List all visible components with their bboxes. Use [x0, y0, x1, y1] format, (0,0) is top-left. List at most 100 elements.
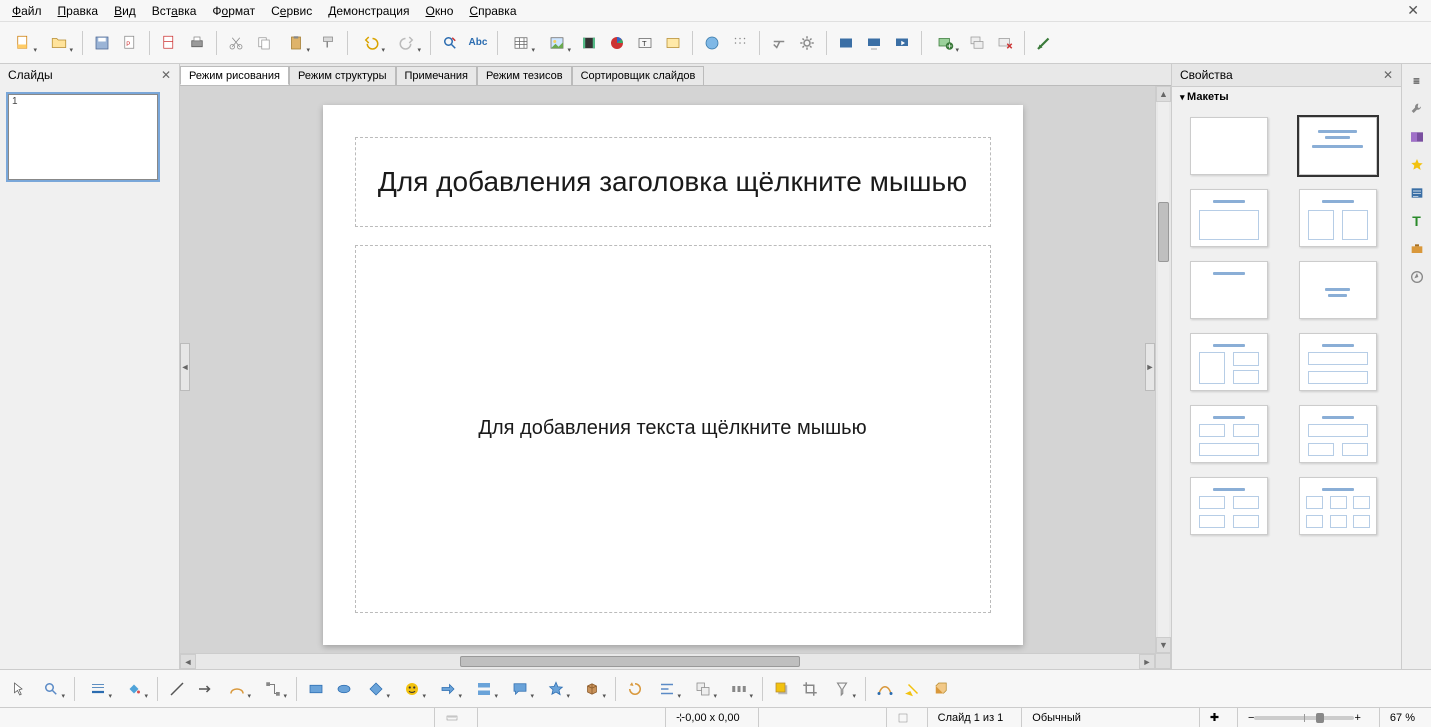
symbol-shapes-tool[interactable] [395, 676, 429, 702]
status-ruler-icon[interactable] [434, 708, 469, 727]
layout-title-2content[interactable] [1299, 189, 1377, 247]
duplicate-slide-button[interactable] [964, 30, 990, 56]
menu-slideshow[interactable]: Демонстрация [320, 2, 417, 20]
scroll-up-icon[interactable]: ▲ [1156, 86, 1171, 102]
layout-centered-text[interactable] [1299, 261, 1377, 319]
layout-title-6[interactable] [1299, 477, 1377, 535]
menu-file[interactable]: Файл [4, 2, 50, 20]
paste-button[interactable] [279, 30, 313, 56]
select-tool[interactable] [6, 676, 32, 702]
rotate-tool[interactable] [622, 676, 648, 702]
rectangle-tool[interactable] [303, 676, 329, 702]
spellcheck-button[interactable]: Abc [465, 30, 491, 56]
insert-image-button[interactable] [540, 30, 574, 56]
delete-slide-button[interactable] [992, 30, 1018, 56]
layout-title-4[interactable] [1190, 477, 1268, 535]
layout-title-2v[interactable] [1190, 333, 1268, 391]
stars-tool[interactable] [539, 676, 573, 702]
layouts-section-header[interactable]: Макеты [1172, 87, 1401, 107]
menu-view[interactable]: Вид [106, 2, 144, 20]
collapse-right-handle[interactable]: ► [1145, 343, 1155, 391]
ellipse-tool[interactable] [331, 676, 357, 702]
title-placeholder[interactable]: Для добавления заголовка щёлкните мышью [355, 137, 991, 227]
extrusion-tool[interactable] [928, 676, 954, 702]
shadow-tool[interactable] [769, 676, 795, 702]
scroll-thumb[interactable] [1158, 202, 1169, 262]
close-document-icon[interactable]: ✕ [1399, 2, 1427, 19]
direct-export-button[interactable] [156, 30, 182, 56]
zoom-tool[interactable] [34, 676, 68, 702]
menu-format[interactable]: Формат [204, 2, 263, 20]
tab-sorter[interactable]: Сортировщик слайдов [572, 66, 705, 85]
menu-insert[interactable]: Вставка [144, 2, 205, 20]
layout-title-2h[interactable] [1299, 333, 1377, 391]
hscroll-thumb[interactable] [460, 656, 800, 667]
master-slide-button[interactable] [833, 30, 859, 56]
gallery-icon[interactable] [1406, 126, 1428, 148]
close-icon[interactable]: ✕ [1383, 68, 1393, 82]
new-slide-button[interactable] [928, 30, 962, 56]
undo-button[interactable] [354, 30, 388, 56]
start-slideshow-button[interactable] [861, 30, 887, 56]
insert-media-button[interactable] [576, 30, 602, 56]
layout-title-content[interactable] [1299, 117, 1377, 175]
fill-color-tool[interactable] [117, 676, 151, 702]
layout-title-3[interactable] [1190, 405, 1268, 463]
insert-special-char-button[interactable] [727, 30, 753, 56]
connector-tool[interactable] [256, 676, 290, 702]
line-color-tool[interactable] [81, 676, 115, 702]
scroll-left-icon[interactable]: ◄ [180, 654, 196, 669]
find-replace-button[interactable] [437, 30, 463, 56]
status-selection-icon[interactable] [886, 708, 919, 727]
start-current-slide-button[interactable] [889, 30, 915, 56]
scroll-down-icon[interactable]: ▼ [1156, 637, 1171, 653]
slide-layout-button[interactable] [1031, 30, 1057, 56]
insert-chart-button[interactable] [604, 30, 630, 56]
canvas-area[interactable]: Для добавления заголовка щёлкните мышью … [190, 86, 1155, 653]
arrange-tool[interactable] [686, 676, 720, 702]
layout-title-only[interactable] [1190, 261, 1268, 319]
export-pdf-button[interactable]: P [117, 30, 143, 56]
collapse-left-handle[interactable]: ◄ [180, 343, 190, 391]
cut-button[interactable] [223, 30, 249, 56]
menu-window[interactable]: Окно [418, 2, 462, 20]
glue-points-tool[interactable] [900, 676, 926, 702]
block-arrows-tool[interactable] [431, 676, 465, 702]
tab-handout[interactable]: Режим тезисов [477, 66, 572, 85]
sidebar-menu-icon[interactable]: ≡ [1406, 70, 1428, 92]
menu-help[interactable]: Справка [461, 2, 524, 20]
copy-button[interactable] [251, 30, 277, 56]
insert-table-button[interactable] [504, 30, 538, 56]
slide-canvas[interactable]: Для добавления заголовка щёлкните мышью … [323, 105, 1023, 645]
insert-textbox-button[interactable]: T [632, 30, 658, 56]
crop-tool[interactable] [797, 676, 823, 702]
fit-page-icon[interactable]: ✚ [1199, 708, 1229, 727]
close-icon[interactable]: ✕ [161, 68, 171, 82]
distribute-tool[interactable] [722, 676, 756, 702]
scroll-right-icon[interactable]: ► [1139, 654, 1155, 669]
points-tool[interactable] [872, 676, 898, 702]
status-mode[interactable]: Обычный [1021, 708, 1091, 727]
tab-outline[interactable]: Режим структуры [289, 66, 396, 85]
layout-title-3b[interactable] [1299, 405, 1377, 463]
open-button[interactable] [42, 30, 76, 56]
curve-tool[interactable] [220, 676, 254, 702]
print-button[interactable] [184, 30, 210, 56]
format-paintbrush-button[interactable] [315, 30, 341, 56]
navigator-icon[interactable] [1406, 266, 1428, 288]
align-tool[interactable] [650, 676, 684, 702]
tab-drawing[interactable]: Режим рисования [180, 66, 289, 85]
text-icon[interactable]: T [1406, 210, 1428, 232]
insert-fontwork-button[interactable] [660, 30, 686, 56]
suitcase-icon[interactable] [1406, 238, 1428, 260]
redo-button[interactable] [390, 30, 424, 56]
flowchart-tool[interactable] [467, 676, 501, 702]
vertical-scrollbar[interactable]: ▲ ▼ [1155, 86, 1171, 653]
menu-edit[interactable]: Правка [50, 2, 107, 20]
layout-blank[interactable] [1190, 117, 1268, 175]
insert-comment-button[interactable] [766, 30, 792, 56]
callouts-tool[interactable] [503, 676, 537, 702]
options-button[interactable] [794, 30, 820, 56]
zoom-label[interactable]: 67 % [1379, 708, 1425, 727]
paragraph-icon[interactable] [1406, 182, 1428, 204]
